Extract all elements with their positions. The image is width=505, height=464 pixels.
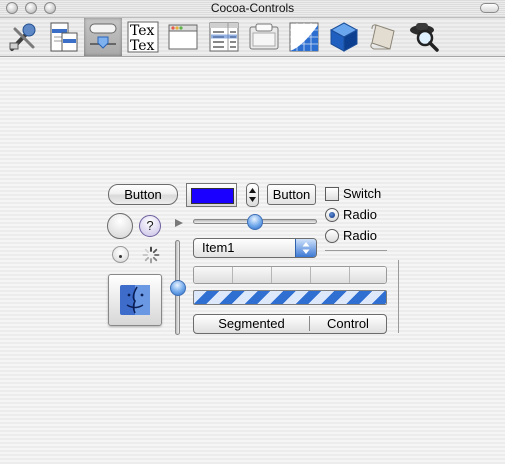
small-round-button[interactable] — [112, 246, 129, 263]
radio-label-1: Radio — [343, 207, 377, 222]
title-bar: Cocoa-Controls — [0, 0, 505, 18]
toolbar-item-containers[interactable] — [245, 18, 283, 56]
toolbar-item-controls[interactable] — [84, 18, 122, 56]
empty-segment[interactable] — [272, 267, 311, 283]
popup-arrows — [295, 239, 316, 257]
popup-arrows-icon — [302, 242, 310, 254]
color-well-swatch — [191, 188, 234, 204]
toolbar-item-search[interactable] — [405, 18, 443, 56]
data-table-icon — [209, 22, 239, 52]
switch-checkbox[interactable] — [325, 187, 339, 201]
image-button[interactable] — [108, 274, 162, 326]
switch-label: Switch — [343, 186, 382, 201]
vertical-slider-knob[interactable] — [170, 279, 186, 296]
toolbar-item-app[interactable] — [4, 18, 42, 56]
popup-value: Item1 — [202, 240, 235, 255]
separator-vertical — [398, 260, 399, 333]
text-icon-line-1: Tex — [130, 23, 155, 39]
segmented-control[interactable]: Segmented Control — [193, 314, 387, 334]
segment-label-2[interactable]: Control — [310, 316, 386, 331]
containers-icon — [249, 23, 279, 50]
separator-horizontal — [325, 250, 387, 251]
empty-segmented-control[interactable] — [193, 266, 387, 284]
toolbar-toggle-button[interactable] — [480, 3, 499, 13]
toolbar: Tex Tex — [0, 18, 505, 57]
scroll-icon — [370, 24, 395, 50]
toolbar-item-data[interactable] — [205, 18, 243, 56]
empty-segment[interactable] — [350, 267, 386, 283]
radio-label-2: Radio — [343, 228, 377, 243]
radio-button-1[interactable] — [325, 208, 339, 222]
empty-segment[interactable] — [233, 267, 272, 283]
color-well[interactable] — [186, 183, 237, 207]
popup-button[interactable]: Item1 — [193, 238, 317, 258]
empty-segment[interactable] — [311, 267, 350, 283]
text-icon: Tex Tex — [127, 21, 159, 54]
stepper[interactable] — [246, 183, 259, 207]
round-button[interactable] — [107, 213, 133, 239]
small-round-button-dot — [119, 255, 122, 258]
segment-label-1[interactable]: Segmented — [194, 316, 310, 331]
window-title: Cocoa-Controls — [210, 1, 295, 15]
empty-segment[interactable] — [194, 267, 233, 283]
toolbar-item-text[interactable]: Tex Tex — [124, 18, 162, 56]
toolbar-item-scroll[interactable] — [365, 18, 403, 56]
stepper-arrows-icon — [249, 188, 256, 202]
windows-icon — [168, 24, 198, 50]
toolbar-item-graphics[interactable] — [285, 18, 323, 56]
indeterminate-progress-bar — [193, 290, 387, 305]
main-window: Cocoa-Controls Tex Tex Button Button Swi… — [0, 0, 505, 464]
spinner-icon — [142, 246, 160, 264]
controls-icon — [89, 23, 117, 49]
toolbar-item-windows[interactable] — [164, 18, 202, 56]
toolbar-item-menus[interactable] — [45, 18, 83, 56]
text-icon-line-2: Tex — [130, 38, 155, 54]
magnifier-icon — [410, 23, 439, 52]
square-button[interactable]: Button — [267, 184, 316, 205]
graphics-icon — [289, 22, 319, 52]
radio-button-2[interactable] — [325, 229, 339, 243]
disclosure-triangle-icon[interactable] — [174, 218, 184, 228]
finder-icon — [120, 285, 150, 315]
menus-icon — [50, 22, 78, 52]
app-prefs-icon — [9, 23, 36, 51]
3d-cube-icon — [329, 22, 359, 52]
horizontal-slider-knob[interactable] — [247, 214, 263, 230]
help-button[interactable]: ? — [139, 215, 161, 237]
push-button[interactable]: Button — [108, 184, 178, 205]
toolbar-item-3d[interactable] — [325, 18, 363, 56]
